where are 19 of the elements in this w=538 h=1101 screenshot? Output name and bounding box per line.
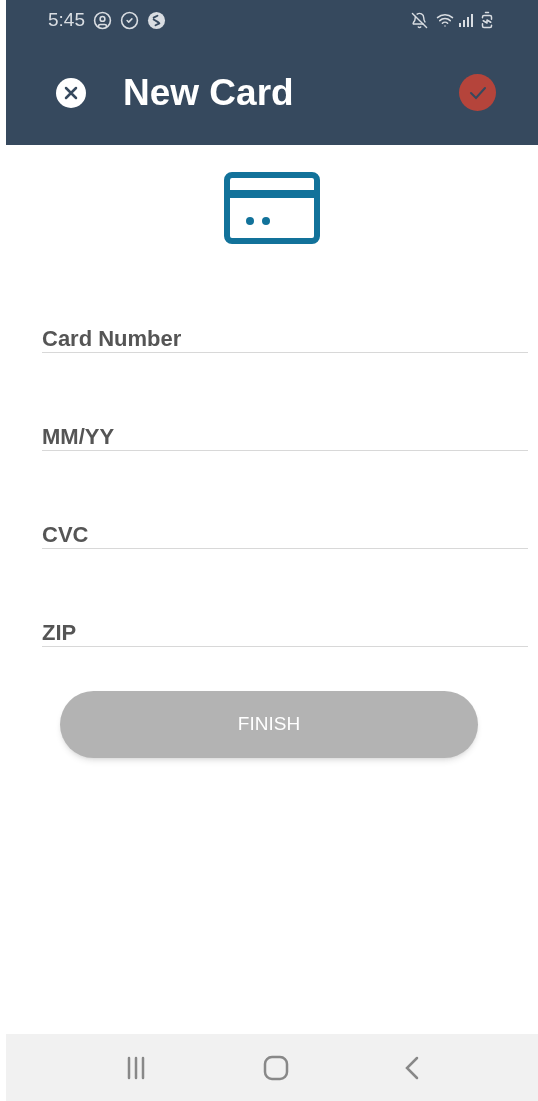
- check-circle-icon: [120, 10, 139, 30]
- home-icon[interactable]: [263, 1054, 289, 1081]
- back-icon[interactable]: [404, 1055, 421, 1080]
- text-field[interactable]: ZIP: [42, 618, 528, 647]
- credit-card-icon: [224, 172, 320, 244]
- wifi-icon: [436, 11, 454, 29]
- account-icon: [93, 10, 112, 30]
- mute-icon: [411, 11, 428, 29]
- text-field[interactable]: CVC: [42, 520, 528, 549]
- screen-title: New Card: [123, 70, 294, 115]
- signal-icon: [458, 12, 474, 28]
- check-icon: [468, 85, 487, 100]
- close-icon: [64, 85, 78, 100]
- text-field[interactable]: Card Number: [42, 324, 528, 353]
- status-time: 5:45: [48, 7, 85, 32]
- text-field[interactable]: MM/YY: [42, 422, 528, 451]
- confirm-button[interactable]: [459, 74, 496, 111]
- close-button[interactable]: [56, 77, 86, 108]
- app-logo-icon: [147, 10, 166, 30]
